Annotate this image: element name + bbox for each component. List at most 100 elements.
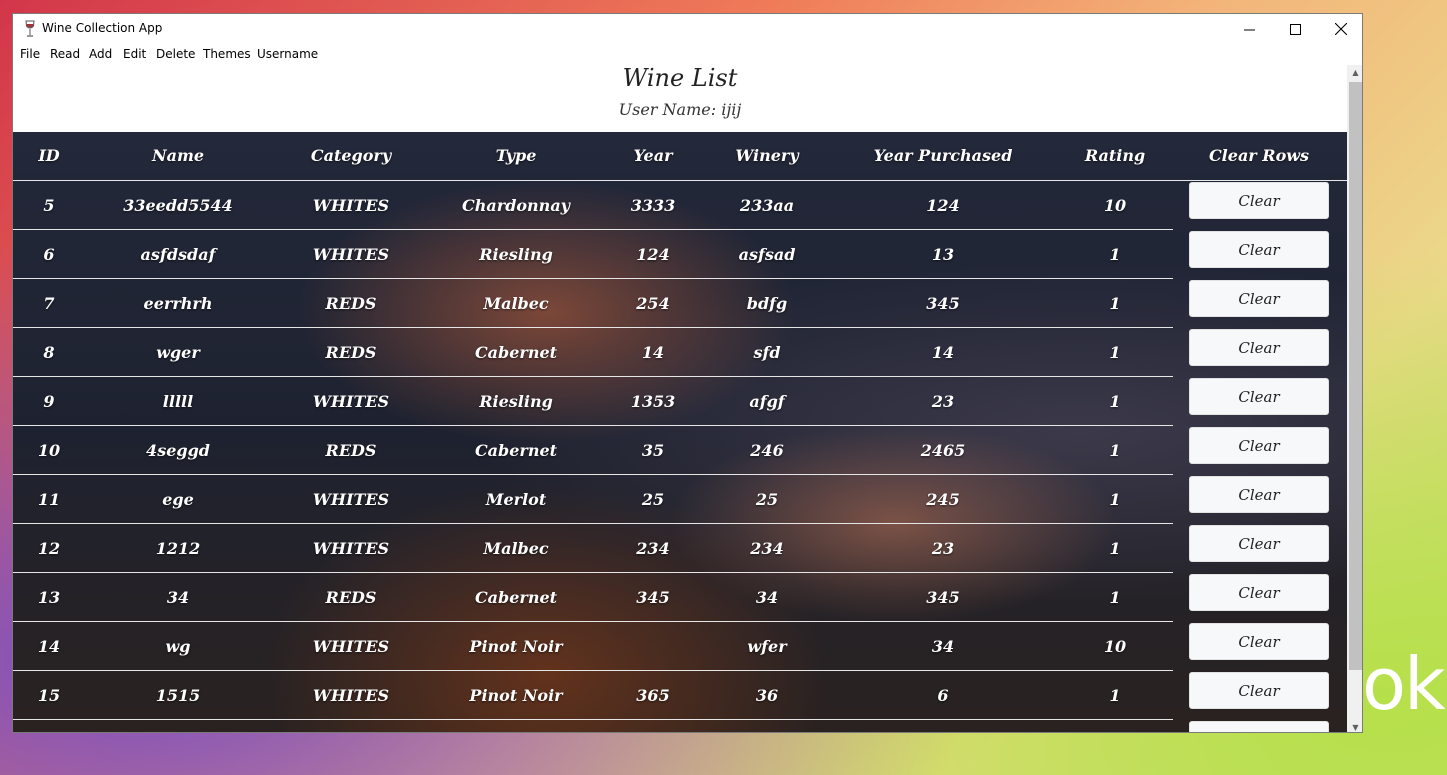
clear-row-button[interactable]: Clear xyxy=(1189,623,1329,660)
cell-category: WHITES xyxy=(312,686,390,705)
cell-id: 13 xyxy=(37,588,61,607)
cell-name: wger xyxy=(156,343,200,362)
clear-row-button[interactable]: Clear xyxy=(1189,329,1329,366)
maximize-icon xyxy=(1289,23,1301,35)
cell-name: 1212 xyxy=(155,539,201,558)
cell-year-purchased: 124 xyxy=(926,196,960,215)
cell-rating: 1 xyxy=(1109,441,1121,460)
cell-id: 14 xyxy=(37,637,61,656)
cell-year: 25 xyxy=(641,490,665,509)
cell-name: lllll xyxy=(162,392,194,411)
cell-type: Riesling xyxy=(479,392,553,411)
cell-winery: bdfg xyxy=(746,294,788,313)
clear-row-button[interactable]: Clear xyxy=(1189,476,1329,513)
cell-category: WHITES xyxy=(312,490,390,509)
wine-glass-icon xyxy=(25,20,35,37)
cell-type: Malbec xyxy=(483,294,549,313)
cell-year: 1353 xyxy=(630,392,676,411)
menu-add[interactable]: Add xyxy=(89,47,112,61)
table-row: 7 eerrhrh REDS Malbec 254 bdfg 345 1 Clear xyxy=(13,279,1347,328)
cell-rating: 1 xyxy=(1109,539,1121,558)
cell-id: 11 xyxy=(37,490,61,509)
cell-name: 33eedd5544 xyxy=(123,196,233,215)
cell-type: Malbec xyxy=(483,539,549,558)
maximize-button[interactable] xyxy=(1272,14,1318,44)
desktop-logo-text: ok xyxy=(1362,642,1446,726)
close-icon xyxy=(1335,23,1347,35)
cell-category: WHITES xyxy=(312,196,390,215)
cell-name: ege xyxy=(162,490,194,509)
app-window: Wine Collection App File Read Add Edit D… xyxy=(12,13,1363,733)
cell-type: Pinot Noir xyxy=(469,637,563,656)
clear-row-button[interactable]: Clear xyxy=(1189,427,1329,464)
cell-winery: 25 xyxy=(755,490,779,509)
title-bar[interactable]: Wine Collection App xyxy=(13,14,1362,44)
cell-year-purchased: 23 xyxy=(931,539,955,558)
table-row: 13 34 REDS Cabernet 345 34 345 1 Clear xyxy=(13,573,1347,622)
scroll-thumb[interactable] xyxy=(1349,82,1362,670)
column-header-type: Type xyxy=(495,146,537,165)
menu-read[interactable]: Read xyxy=(50,47,80,61)
cell-rating: 1 xyxy=(1109,392,1121,411)
cell-type: Pinot Noir xyxy=(469,686,563,705)
cell-year-purchased: 34 xyxy=(931,637,955,656)
window-title: Wine Collection App xyxy=(42,21,163,35)
cell-year-purchased: 345 xyxy=(926,588,960,607)
menu-username[interactable]: Username xyxy=(257,47,318,61)
table-row: 5 33eedd5544 WHITES Chardonnay 3333 233aa 124 1… xyxy=(13,181,1347,230)
cell-winery: 36 xyxy=(755,686,779,705)
page-header: Wine List User Name: ijij xyxy=(13,64,1347,132)
cell-category: REDS xyxy=(325,294,377,313)
minimize-button[interactable] xyxy=(1226,14,1272,44)
clear-row-button[interactable]: Clear xyxy=(1189,672,1329,709)
column-header-winery: Winery xyxy=(735,146,799,165)
vertical-scrollbar[interactable]: ▲ ▼ xyxy=(1347,65,1362,732)
cell-winery: 234 xyxy=(750,539,784,558)
table-row: 15 1515 WHITES Pinot Noir 365 36 6 1 Clear xyxy=(13,671,1347,720)
scroll-down-icon[interactable]: ▼ xyxy=(1347,720,1362,732)
cell-year: 254 xyxy=(636,294,670,313)
clear-row-button[interactable]: Clear xyxy=(1189,525,1329,562)
menu-edit[interactable]: Edit xyxy=(123,47,146,61)
table-row: Clear xyxy=(13,720,1347,732)
table-row: 10 4seggd REDS Cabernet 35 246 2465 1 Clear xyxy=(13,426,1347,475)
cell-winery: afgf xyxy=(749,392,785,411)
cell-id: 9 xyxy=(43,392,55,411)
cell-type: Cabernet xyxy=(474,588,558,607)
clear-row-button[interactable]: Clear xyxy=(1189,721,1329,732)
minimize-icon xyxy=(1243,29,1255,30)
cell-rating: 10 xyxy=(1103,637,1127,656)
cell-category: REDS xyxy=(325,588,377,607)
user-name-label: User Name: ijij xyxy=(618,100,742,119)
clear-row-button[interactable]: Clear xyxy=(1189,280,1329,317)
cell-year-purchased: 245 xyxy=(926,490,960,509)
cell-rating: 10 xyxy=(1103,196,1127,215)
table-row: 12 1212 WHITES Malbec 234 234 23 1 Clear xyxy=(13,524,1347,573)
cell-year: 35 xyxy=(641,441,665,460)
cell-name: 34 xyxy=(166,588,190,607)
cell-year-purchased: 13 xyxy=(931,245,955,264)
page-title: Wine List xyxy=(622,64,738,92)
menu-themes[interactable]: Themes xyxy=(203,47,251,61)
cell-year: 14 xyxy=(641,343,665,362)
cell-name: 1515 xyxy=(155,686,201,705)
close-button[interactable] xyxy=(1318,14,1362,44)
menu-file[interactable]: File xyxy=(20,47,40,61)
table-row: 9 lllll WHITES Riesling 1353 afgf 23 1 Clear xyxy=(13,377,1347,426)
menu-delete[interactable]: Delete xyxy=(156,47,195,61)
clear-row-button[interactable]: Clear xyxy=(1189,574,1329,611)
table-row: 14 wg WHITES Pinot Noir wfer 34 10 Clear xyxy=(13,622,1347,671)
cell-year: 3333 xyxy=(630,196,676,215)
cell-id: 15 xyxy=(37,686,61,705)
clear-row-button[interactable]: Clear xyxy=(1189,182,1329,219)
column-header-name: Name xyxy=(151,146,205,165)
cell-winery: 246 xyxy=(750,441,784,460)
cell-year: 365 xyxy=(636,686,670,705)
clear-row-button[interactable]: Clear xyxy=(1189,378,1329,415)
scroll-up-icon[interactable]: ▲ xyxy=(1347,65,1362,79)
clear-row-button[interactable]: Clear xyxy=(1189,231,1329,268)
cell-name: 4seggd xyxy=(146,441,210,460)
cell-winery: 233aa xyxy=(739,196,795,215)
cell-rating: 1 xyxy=(1109,588,1121,607)
cell-rating: 1 xyxy=(1109,294,1121,313)
